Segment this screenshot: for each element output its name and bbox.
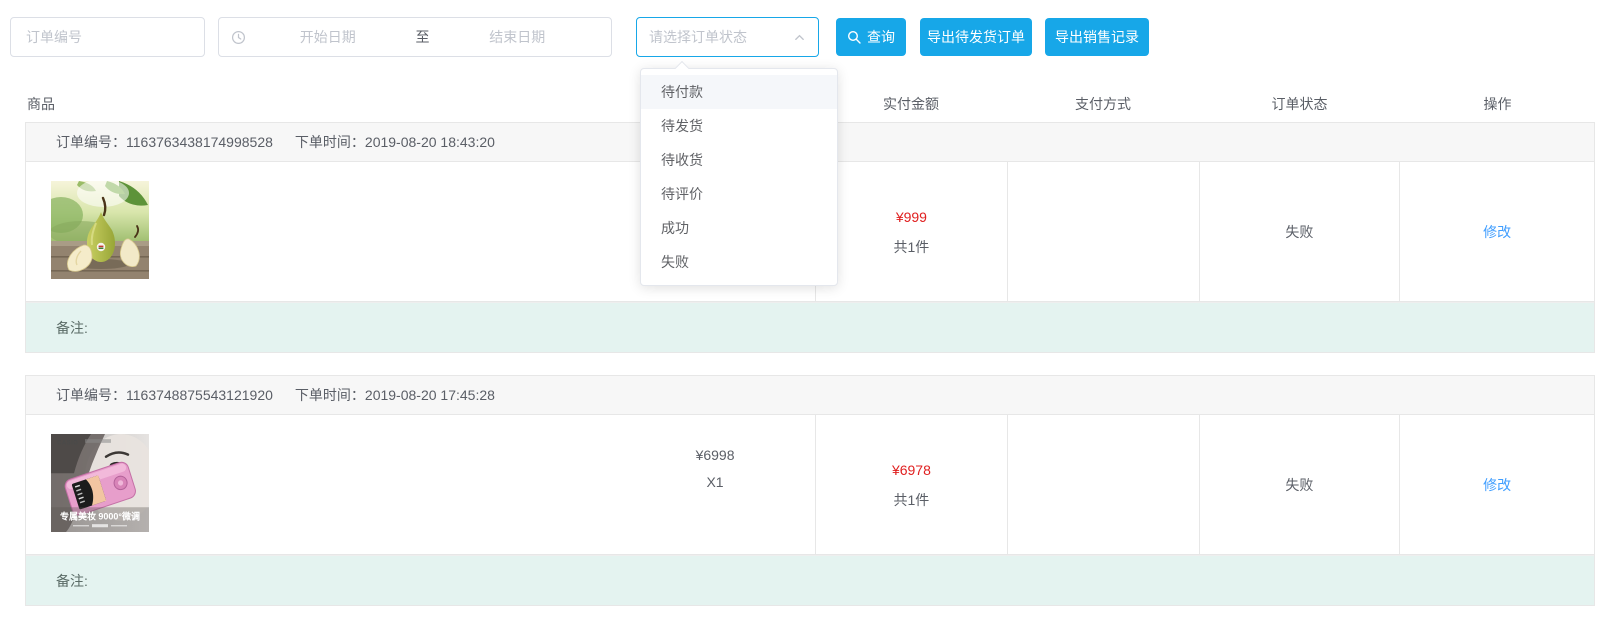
date-range-picker[interactable]: 开始日期 至 结束日期 [218, 17, 612, 57]
column-header-action: 操作 [1400, 94, 1595, 114]
order-number-label: 订单编号： [56, 132, 126, 152]
export-sales-records-label: 导出销售记录 [1055, 27, 1139, 47]
order-time-label: 下单时间： [295, 132, 365, 152]
order-body-row: CASIO 专属美妆 9000°微调 ¥6998 X1 ¥6978 [26, 415, 1594, 555]
order-number-value: 1163748875543121920 [126, 387, 273, 403]
pay-method-cell [1007, 415, 1199, 554]
piece-count: 共1件 [894, 232, 930, 262]
product-image-pear [51, 181, 149, 279]
search-button-label: 查询 [867, 27, 895, 47]
search-icon [847, 30, 861, 44]
product-image-casio-camera: CASIO 专属美妆 9000°微调 [51, 434, 149, 532]
column-header-paid-amount: 实付金额 [815, 94, 1007, 114]
unit-price: ¥6998 [660, 442, 770, 469]
order-time-label: 下单时间： [295, 385, 365, 405]
order-status-cell: 失败 [1199, 415, 1400, 554]
order-time-value: 2019-08-20 18:43:20 [365, 134, 495, 150]
order-number-value: 1163763438174998528 [126, 134, 273, 150]
paid-amount: ¥6978 [892, 455, 931, 485]
paid-amount: ¥999 [896, 202, 927, 232]
remark-row: 备注: [26, 302, 1594, 352]
product-brand-watermark: CASIO [57, 439, 78, 446]
modify-link[interactable]: 修改 [1483, 222, 1511, 242]
chevron-up-icon [793, 31, 806, 44]
order-status-placeholder: 请选择订单状态 [649, 27, 793, 47]
status-option-pending-review[interactable]: 待评价 [641, 177, 837, 211]
quantity: X1 [660, 469, 770, 496]
order-status-select[interactable]: 请选择订单状态 [636, 17, 819, 57]
order-number-input[interactable] [10, 17, 205, 57]
pay-method-cell [1007, 162, 1199, 301]
action-cell: 修改 [1399, 162, 1594, 301]
product-caption: 专属美妆 9000°微调 [60, 510, 140, 521]
product-cell: CASIO 专属美妆 9000°微调 ¥6998 X1 [26, 415, 815, 554]
remark-label: 备注: [56, 571, 88, 591]
export-pending-shipment-button[interactable]: 导出待发货订单 [920, 18, 1032, 56]
column-header-pay-method: 支付方式 [1007, 94, 1199, 114]
export-sales-records-button[interactable]: 导出销售记录 [1045, 18, 1149, 56]
status-option-pending-payment[interactable]: 待付款 [641, 75, 837, 109]
remark-label: 备注: [56, 318, 88, 338]
status-option-pending-receipt[interactable]: 待收货 [641, 143, 837, 177]
status-option-failed[interactable]: 失败 [641, 245, 837, 279]
order-status-cell: 失败 [1199, 162, 1400, 301]
dropdown-arrow [675, 61, 689, 75]
modify-link[interactable]: 修改 [1483, 475, 1511, 495]
status-option-success[interactable]: 成功 [641, 211, 837, 245]
remark-row: 备注: [26, 555, 1594, 605]
order-number-label: 订单编号： [56, 385, 126, 405]
search-button[interactable]: 查询 [836, 18, 906, 56]
paid-amount-cell: ¥6978 共1件 [815, 415, 1007, 554]
action-cell: 修改 [1399, 415, 1594, 554]
order-management-page: 开始日期 至 结束日期 请选择订单状态 查询 导出待发货订单 导出销售记录 商品… [0, 0, 1603, 621]
order-block: 订单编号：1163748875543121920 下单时间：2019-08-20… [25, 375, 1595, 606]
order-time-value: 2019-08-20 17:45:28 [365, 387, 495, 403]
column-header-order-status: 订单状态 [1199, 94, 1400, 114]
order-header-band: 订单编号：1163748875543121920 下单时间：2019-08-20… [26, 376, 1594, 415]
start-date-placeholder: 开始日期 [246, 27, 410, 47]
status-option-pending-shipment[interactable]: 待发货 [641, 109, 837, 143]
unit-price-quantity: ¥6998 X1 [660, 442, 770, 496]
end-date-placeholder: 结束日期 [436, 27, 600, 47]
clock-icon [231, 30, 246, 45]
date-range-separator: 至 [410, 27, 436, 47]
order-status: 失败 [1285, 475, 1313, 495]
order-status: 失败 [1285, 222, 1313, 242]
piece-count: 共1件 [894, 485, 930, 515]
paid-amount-cell: ¥999 共1件 [815, 162, 1007, 301]
order-status-dropdown: 待付款 待发货 待收货 待评价 成功 失败 [640, 68, 838, 286]
export-pending-shipment-label: 导出待发货订单 [927, 27, 1025, 47]
